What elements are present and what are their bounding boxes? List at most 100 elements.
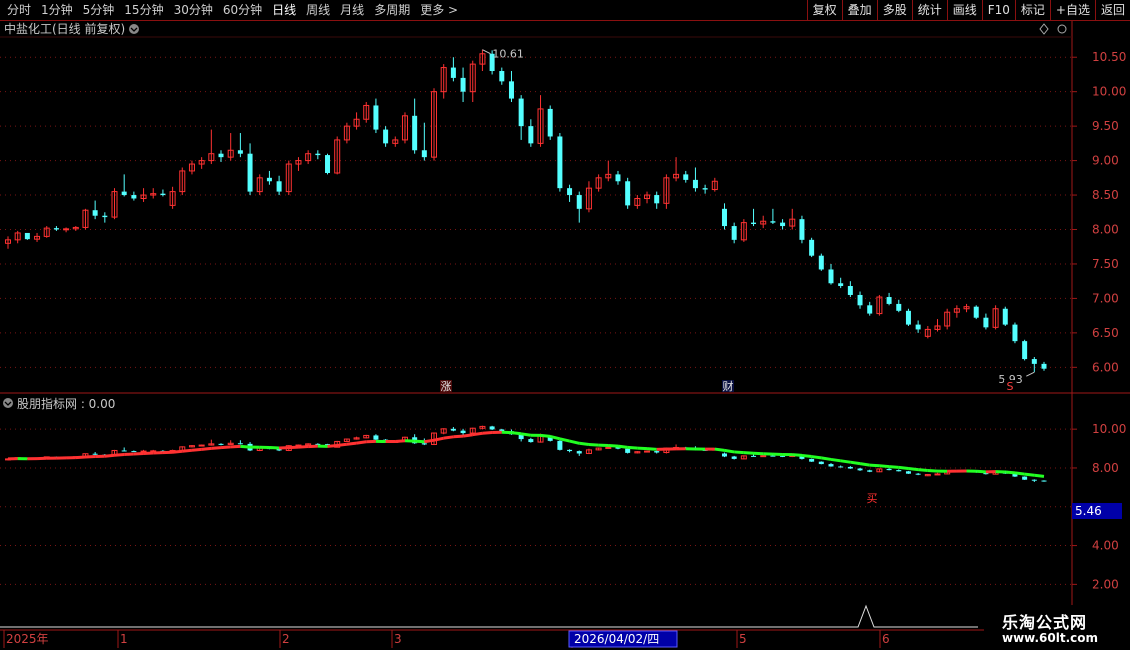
signal-line xyxy=(714,447,725,452)
candle-body xyxy=(218,153,224,158)
candle-body xyxy=(53,228,59,230)
toolbar-button-7[interactable]: +自选 xyxy=(1049,0,1095,20)
candle-body xyxy=(237,150,243,154)
signal-line xyxy=(734,450,744,455)
candle-body xyxy=(828,269,834,284)
candle-body xyxy=(857,294,863,306)
period-tabs: 分时 1分钟 5分钟 15分钟 30分钟 60分钟 日线 周线 月线 多周期 更多 > xyxy=(2,0,463,20)
candle-body xyxy=(499,71,505,82)
ind-body xyxy=(567,449,573,452)
period-tab-7[interactable]: 周线 xyxy=(301,0,335,20)
toolbar-button-8[interactable]: 返回 xyxy=(1094,0,1130,20)
ind-body xyxy=(625,448,631,453)
period-tab-9[interactable]: 多周期 xyxy=(369,0,415,20)
candle-body xyxy=(615,174,621,182)
signal-line xyxy=(172,449,183,454)
low-arrow xyxy=(1026,371,1035,377)
signal-line xyxy=(1034,473,1045,478)
signal-line xyxy=(1005,470,1016,475)
buy-signal: 买 xyxy=(867,492,878,505)
candle-body xyxy=(886,297,892,304)
signal-line xyxy=(898,465,909,471)
signal-line xyxy=(637,446,648,451)
toolbar-button-5[interactable]: F10 xyxy=(981,0,1015,20)
y-tick-label: 10.50 xyxy=(1092,50,1126,64)
event-marker: 涨 xyxy=(441,380,452,393)
candle-body xyxy=(692,179,698,189)
current-value: 5.46 xyxy=(1075,504,1102,518)
period-tab-10[interactable]: 更多 > xyxy=(415,0,463,20)
ind-body xyxy=(818,461,824,465)
watermark-title: 乐淘公式网 xyxy=(1002,613,1088,632)
candle-body xyxy=(983,317,989,328)
toolbar-buttons: 复权 叠加 多股 统计 画线 F10 标记 +自选 返回 xyxy=(806,0,1130,20)
stock-title: 中盐化工(日线 前复权) xyxy=(4,21,125,36)
candle-body xyxy=(654,195,660,204)
signal-line xyxy=(414,439,425,444)
ind-body xyxy=(1022,476,1028,480)
toolbar-button-0[interactable]: 复权 xyxy=(806,0,842,20)
period-tab-6[interactable]: 日线 xyxy=(267,0,301,20)
ind-body xyxy=(644,450,651,453)
candle-body xyxy=(131,195,137,199)
ind-body xyxy=(528,439,534,443)
period-tab-1[interactable]: 1分钟 xyxy=(36,0,78,20)
candle-body xyxy=(247,153,253,192)
toolbar-button-1[interactable]: 叠加 xyxy=(841,0,877,20)
signal-line xyxy=(830,457,841,463)
signal-line xyxy=(927,469,938,473)
candle-body xyxy=(160,193,166,196)
candle-body xyxy=(518,98,524,127)
ind-body xyxy=(421,443,427,445)
ind-body xyxy=(450,428,456,431)
kline-chart[interactable]: 10.50 10.00 9.50 9.00 8.50 8.00 7.50 7.00 6.50 6.… xyxy=(0,0,1130,650)
candle-body xyxy=(325,155,331,173)
period-tab-5[interactable]: 60分钟 xyxy=(218,0,267,20)
signal-line xyxy=(792,453,803,457)
ind-body xyxy=(934,473,941,476)
signal-line xyxy=(346,441,357,446)
period-tab-4[interactable]: 30分钟 xyxy=(169,0,218,20)
ind-body xyxy=(847,466,853,469)
signal-line xyxy=(356,440,367,445)
candle-body xyxy=(1002,308,1008,325)
toolbar-button-2[interactable]: 多股 xyxy=(876,0,912,20)
candle-body xyxy=(799,219,805,240)
toolbar-button-4[interactable]: 画线 xyxy=(946,0,982,20)
ind-body xyxy=(1031,479,1037,481)
y-tick-label: 10.00 xyxy=(1092,85,1126,99)
y-tick-label: 8.00 xyxy=(1092,461,1119,475)
ind-body xyxy=(489,426,495,430)
candle-body xyxy=(751,222,757,224)
candlestick-series xyxy=(5,49,1047,373)
y-tick-label: 6.50 xyxy=(1092,326,1119,340)
period-tab-8[interactable]: 月线 xyxy=(335,0,369,20)
signal-line xyxy=(579,441,590,446)
signal-line xyxy=(220,445,231,450)
signal-line xyxy=(327,443,338,448)
period-toolbar: 分时 1分钟 5分钟 15分钟 30分钟 60分钟 日线 周线 月线 多周期 更多 > 复权 叠加 多股… xyxy=(0,0,1130,21)
signal-line xyxy=(240,444,251,449)
candle-body xyxy=(973,306,979,318)
chart-grid xyxy=(0,20,1130,631)
candle-body xyxy=(905,310,911,325)
cursor-date: 2026/04/02/四 xyxy=(574,632,659,646)
candle-body xyxy=(818,255,824,270)
candle-body xyxy=(838,283,844,287)
signal-line xyxy=(443,435,454,440)
ind-body xyxy=(198,444,205,447)
candle-body xyxy=(557,136,563,189)
toolbar-button-3[interactable]: 统计 xyxy=(911,0,947,20)
period-tab-0[interactable]: 分时 xyxy=(2,0,36,20)
toolbar-button-6[interactable]: 标记 xyxy=(1014,0,1050,20)
period-tab-2[interactable]: 5分钟 xyxy=(78,0,120,20)
signal-line xyxy=(540,433,551,438)
ind-body xyxy=(857,468,863,471)
ind-body xyxy=(131,451,137,453)
candle-body xyxy=(683,174,689,180)
ind-body xyxy=(867,470,873,472)
y-tick-label: 4.00 xyxy=(1092,539,1119,553)
signal-line xyxy=(482,431,493,435)
ind-body xyxy=(809,458,815,462)
period-tab-3[interactable]: 15分钟 xyxy=(119,0,168,20)
